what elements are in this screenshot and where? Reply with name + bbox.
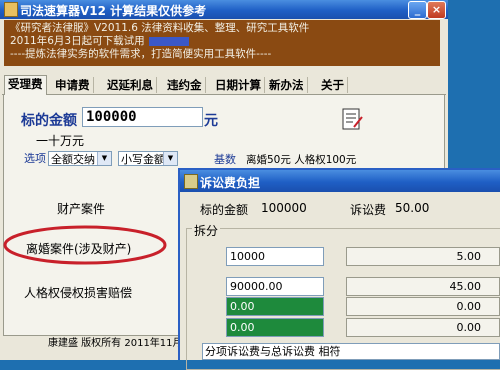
split-amount-input[interactable]: 10000 <box>226 247 324 266</box>
dialog-title-bar[interactable]: 诉讼费负担 <box>180 170 500 192</box>
split-fee-output: 45.00 <box>346 277 500 296</box>
dialog-fee-label: 诉讼费 <box>350 203 387 217</box>
banner-line-1: 《研究者法律服》V2011.6 法律资料收集、整理、研究工具软件 <box>10 22 310 34</box>
payment-mode-select[interactable]: 全额交纳 ▼ <box>48 151 112 166</box>
tab-about[interactable]: 关于 <box>318 77 348 93</box>
case-personal[interactable]: 人格权侵权损害赔偿 <box>24 284 132 301</box>
tab-date-calc[interactable]: 日期计算 <box>212 77 265 93</box>
split-fee-output: 5.00 <box>346 247 500 266</box>
options-label: 选项 <box>24 152 46 165</box>
tab-application-fee[interactable]: 申请费 <box>52 77 94 93</box>
split-fee-output: 0.00 <box>346 318 500 337</box>
minimize-button[interactable]: _ <box>408 1 427 19</box>
notepad-icon[interactable] <box>340 107 364 131</box>
split-amount-input[interactable]: 0.00 <box>226 297 324 316</box>
download-link[interactable] <box>148 36 189 46</box>
summary-field: 分项诉讼费与总诉讼费 相符 <box>202 343 500 360</box>
split-fee-output: 0.00 <box>346 297 500 316</box>
dialog-amount-label: 标的金额 <box>200 203 249 217</box>
amount-input[interactable]: 100000 <box>82 107 203 127</box>
banner-line-3: ----提炼法律实务的软件需求，打造简便实用工具软件---- <box>10 48 272 60</box>
dialog-fee-value: 50.00 <box>395 201 430 215</box>
amount-in-chinese: 一十万元 <box>36 134 85 148</box>
base-values: 离婚50元 人格权100元 <box>246 154 357 166</box>
payment-mode-value: 全额交纳 <box>51 153 95 166</box>
tab-penalty[interactable]: 违约金 <box>164 77 206 93</box>
dialog-amount-value: 100000 <box>261 201 307 215</box>
dialog-title-text: 诉讼费负担 <box>200 176 261 190</box>
chevron-down-icon: ▼ <box>97 152 111 165</box>
banner: 《研究者法律服》V2011.6 法律资料收集、整理、研究工具软件 2011年6月… <box>4 20 440 66</box>
main-title-bar[interactable]: 司法速算器V12 计算结果仅供参考 _ × <box>0 0 448 19</box>
highlight-ellipse <box>3 225 167 265</box>
tab-late-interest[interactable]: 迟延利息 <box>104 77 157 93</box>
chevron-down-icon: ▼ <box>163 152 177 165</box>
app-icon <box>4 2 18 17</box>
close-button[interactable]: × <box>427 1 446 19</box>
tab-bar: 受理费 申请费 迟延利息 违约金 日期计算 新办法 关于 <box>2 75 446 95</box>
split-amount-input[interactable]: 90000.00 <box>226 277 324 296</box>
main-title-text: 司法速算器V12 计算结果仅供参考 <box>20 4 207 18</box>
footer: 康建盛 版权所有 2011年11月 <box>48 338 183 349</box>
tab-new-method[interactable]: 新办法 <box>266 77 308 93</box>
amount-format-value: 小写金额 <box>121 153 165 166</box>
split-amount-input[interactable]: 0.00 <box>226 318 324 337</box>
base-label: 基数 <box>214 153 236 166</box>
case-property[interactable]: 财产案件 <box>57 200 105 217</box>
tab-acceptance-fee[interactable]: 受理费 <box>4 75 47 95</box>
banner-line-2: 2011年6月3日起可下载试用 <box>10 35 145 47</box>
dialog-icon <box>184 174 198 189</box>
amount-format-select[interactable]: 小写金额 ▼ <box>118 151 178 166</box>
amount-label: 标的金额 <box>21 113 77 129</box>
split-label: 拆分 <box>192 222 221 239</box>
amount-unit: 元 <box>204 113 218 129</box>
